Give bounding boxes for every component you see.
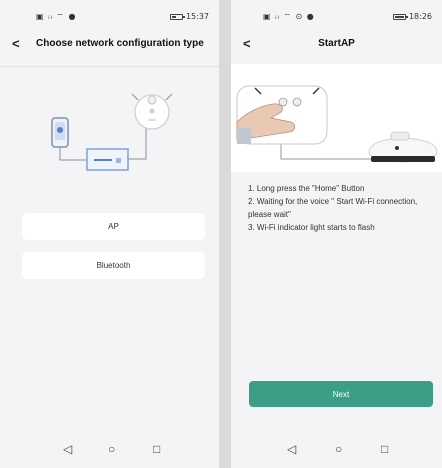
screen-divider — [219, 0, 231, 468]
router-icon — [86, 148, 129, 171]
nav-bar: ◁ ○ □ — [0, 434, 219, 468]
nav-home-icon[interactable]: ○ — [335, 442, 342, 456]
nav-back-icon[interactable]: ◁ — [287, 442, 296, 456]
battery-icon — [169, 13, 185, 20]
next-button[interactable]: Next — [249, 381, 433, 407]
home-button-illustration — [231, 64, 442, 172]
status-bar: ▣ ᵢₗ ⌔ ● 15:37 — [0, 0, 219, 28]
option-ap-button[interactable]: AP — [22, 213, 205, 240]
nav-bar: ◁ ○ □ — [231, 434, 442, 468]
option-bluetooth-button[interactable]: Bluetooth — [22, 252, 205, 279]
status-bar: ▣ ᵢₗ ⌔ ⊙ ● 18:26 — [231, 0, 442, 28]
header: < StartAP — [231, 30, 442, 58]
robot-vacuum-icon — [131, 93, 173, 130]
nav-home-icon[interactable]: ○ — [108, 442, 115, 456]
nav-recent-icon[interactable]: □ — [381, 442, 388, 456]
header: < Choose network configuration type — [0, 30, 219, 58]
page-title: StartAP — [318, 38, 355, 49]
instruction-list: 1. Long press the "Home" Button 2. Waiti… — [248, 182, 434, 234]
network-diagram — [51, 93, 173, 171]
status-right: 18:26 — [392, 12, 432, 21]
instruction-step-3: 3. Wi-Fi indicator light starts to flash — [248, 223, 375, 232]
status-icons: ▣ ᵢₗ ⌔ ⊙ ● — [263, 12, 315, 21]
status-time: 18:26 — [408, 12, 432, 21]
status-icons: ▣ ᵢₗ ⌔ ● — [36, 12, 77, 21]
instruction-step-2: 2. Waiting for the voice " Start Wi-Fi c… — [248, 197, 418, 219]
page-title: Choose network configuration type — [36, 38, 204, 49]
back-button[interactable]: < — [12, 36, 20, 51]
battery-icon — [392, 13, 408, 20]
screen-network-config: ▣ ᵢₗ ⌔ ● 15:37 < Choose network configur… — [0, 0, 219, 468]
phone-icon — [51, 117, 69, 148]
nav-recent-icon[interactable]: □ — [153, 442, 160, 456]
status-right: 15:37 — [169, 12, 209, 21]
instruction-step-1: 1. Long press the "Home" Button — [248, 184, 365, 193]
screen-start-ap: ▣ ᵢₗ ⌔ ⊙ ● 18:26 < StartAP 1. Long press… — [231, 0, 442, 468]
nav-back-icon[interactable]: ◁ — [63, 442, 72, 456]
status-time: 15:37 — [185, 12, 209, 21]
